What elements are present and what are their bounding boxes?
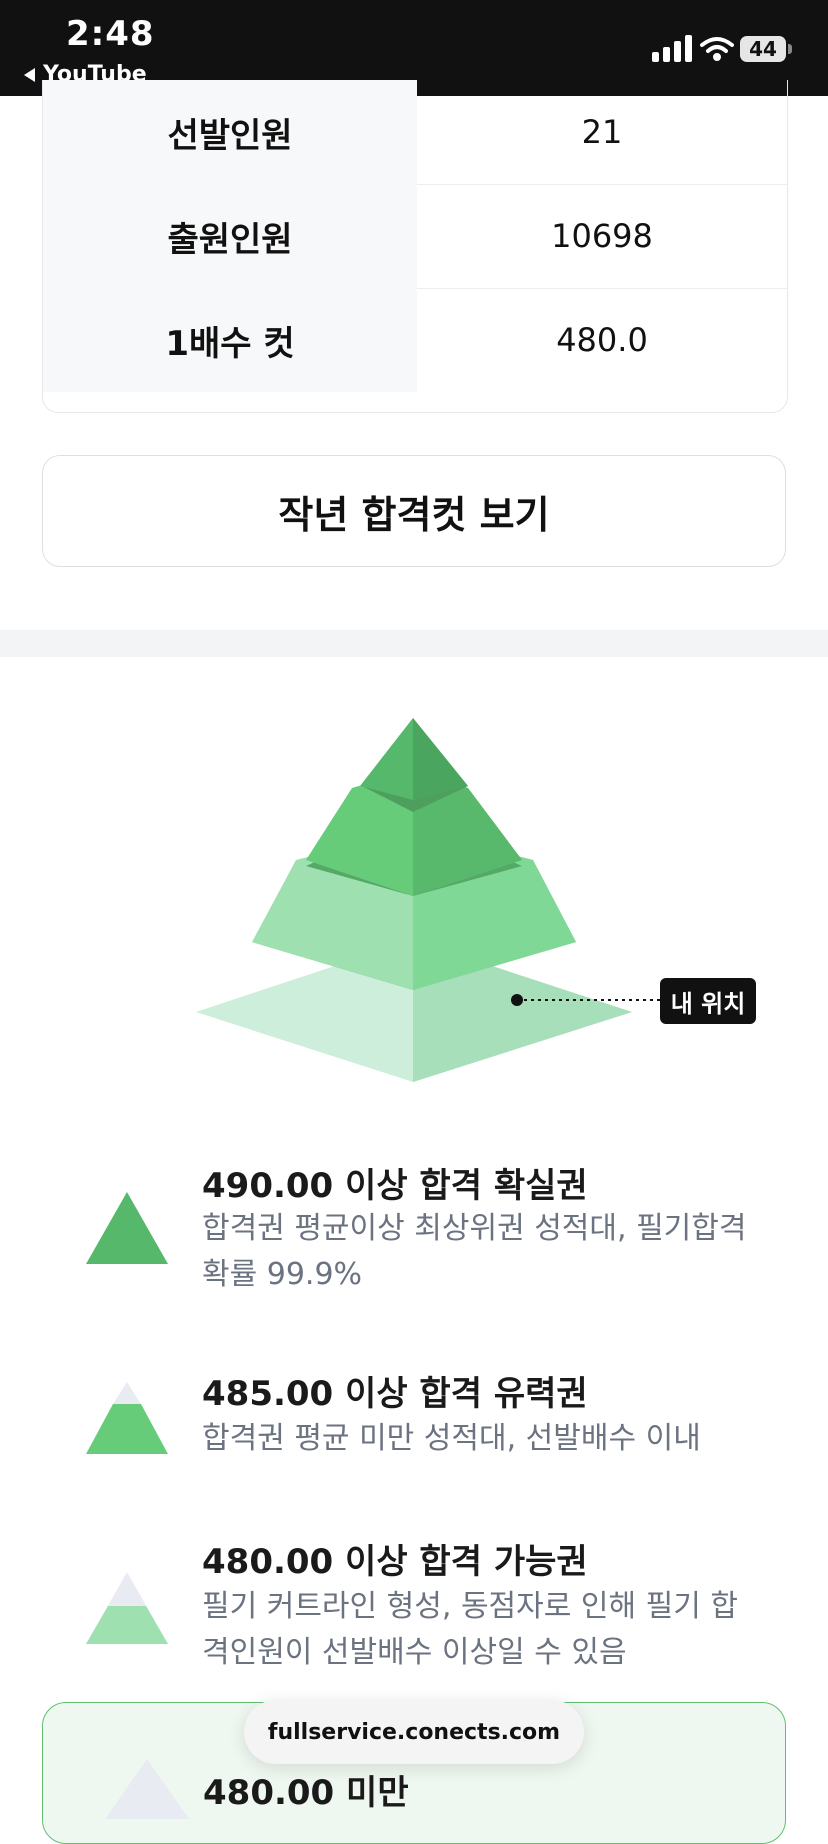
battery-level: 44 xyxy=(740,36,786,62)
section-divider xyxy=(0,630,828,657)
table-row: 선발인원 21 xyxy=(43,80,787,185)
wifi-icon xyxy=(700,37,734,61)
pyramid-upper-icon xyxy=(86,1382,168,1454)
row-label: 1배수 컷 xyxy=(43,288,417,392)
level-title: 485.00 이상 합격 유력권 xyxy=(202,1374,588,1414)
level-title: 480.00 미만 xyxy=(203,1773,409,1813)
exam-info-table: 선발인원 21 출원인원 10698 1배수 컷 480.0 xyxy=(42,80,788,413)
pyramid-bottom-icon xyxy=(105,1759,189,1819)
row-label: 선발인원 xyxy=(43,80,417,184)
level-title: 490.00 이상 합격 확실권 xyxy=(202,1166,588,1206)
row-value: 480.0 xyxy=(556,321,648,359)
score-pyramid-illustration xyxy=(196,718,662,1082)
battery-icon: 44 xyxy=(740,36,792,62)
cellular-signal-icon xyxy=(652,35,692,62)
table-row: 출원인원 10698 xyxy=(43,184,787,289)
my-position-badge: 내 위치 xyxy=(660,978,756,1024)
level-title: 480.00 이상 합격 가능권 xyxy=(202,1542,588,1582)
status-time: 2:48 xyxy=(66,14,155,54)
pyramid-top-icon xyxy=(86,1192,168,1264)
row-value: 10698 xyxy=(551,217,653,255)
back-arrow-icon xyxy=(24,67,35,82)
table-row: 1배수 컷 480.0 xyxy=(43,288,787,392)
browser-url-bar[interactable]: fullservice.conects.com xyxy=(244,1700,584,1764)
level-description: 필기 커트라인 형성, 동점자로 인해 필기 합격인원이 선발배수 이상일 수 … xyxy=(202,1589,738,1670)
level-description: 합격권 평균이상 최상위권 성적대, 필기합격 확률 99.9% xyxy=(202,1211,747,1292)
row-label: 출원인원 xyxy=(43,184,417,288)
row-value: 21 xyxy=(581,113,623,151)
pyramid-middle-icon xyxy=(86,1572,168,1644)
view-last-year-cut-button[interactable]: 작년 합격컷 보기 xyxy=(42,455,786,567)
level-description: 합격권 평균 미만 성적대, 선발배수 이내 xyxy=(202,1421,701,1456)
